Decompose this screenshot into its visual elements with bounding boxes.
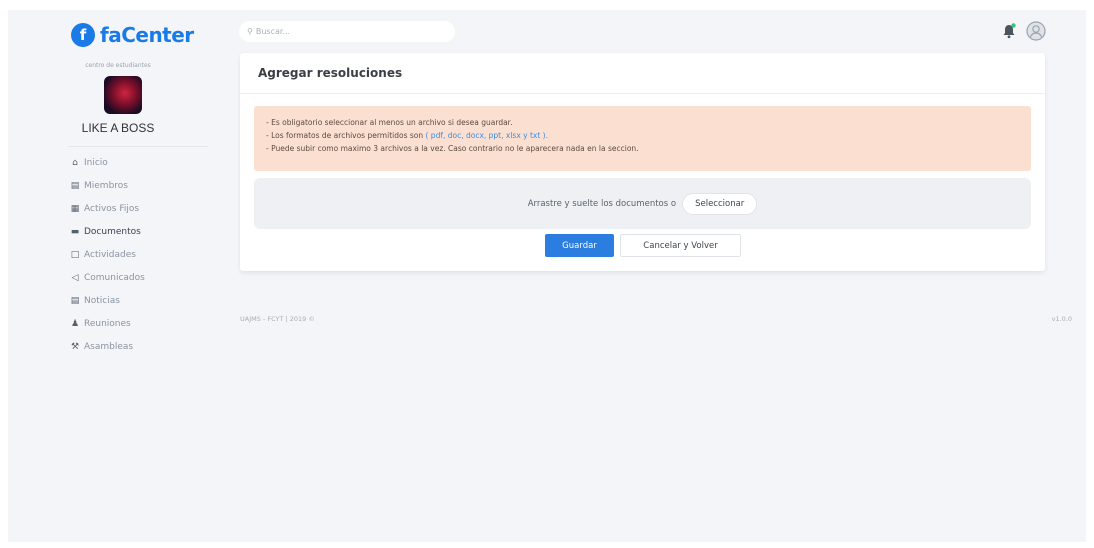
sidebar-item-inicio[interactable]: ⌂ Inicio bbox=[68, 151, 145, 174]
brand-logo[interactable]: f faCenter bbox=[71, 21, 194, 49]
sidebar-item-label: Documentos bbox=[84, 226, 141, 237]
page-title: Agregar resoluciones bbox=[258, 66, 403, 80]
sidebar-item-miembros[interactable]: ▤ Miembros bbox=[68, 174, 145, 197]
app-window: f faCenter centro de estudiantes LIKE A … bbox=[8, 10, 1086, 542]
user-avatar-icon[interactable] bbox=[1026, 21, 1046, 41]
file-dropzone[interactable]: Arrastre y suelte los documentos o Selec… bbox=[254, 178, 1031, 229]
sidebar-item-label: Actividades bbox=[84, 249, 136, 260]
sidebar-item-label: Noticias bbox=[84, 295, 120, 306]
sidebar-item-activos-fijos[interactable]: ▦ Activos Fijos bbox=[68, 197, 145, 220]
newspaper-icon: ▤ bbox=[70, 295, 80, 306]
sidebar-item-label: Inicio bbox=[84, 157, 108, 168]
footer-version: v1.0.0 bbox=[1051, 315, 1072, 323]
search-icon: ⚲ bbox=[247, 27, 253, 36]
card-divider bbox=[240, 93, 1045, 94]
org-name: LIKE A BOSS bbox=[81, 121, 155, 135]
folder-icon: ▬ bbox=[70, 226, 80, 237]
notification-bell-icon[interactable] bbox=[1002, 23, 1016, 39]
boxes-icon: ▦ bbox=[70, 203, 80, 214]
search-bar[interactable]: ⚲ bbox=[239, 21, 455, 42]
facenter-logo-icon: f bbox=[71, 23, 95, 47]
alert-formats-prefix: - Los formatos de archivos permitidos so… bbox=[266, 131, 424, 140]
select-files-button[interactable]: Seleccionar bbox=[682, 192, 758, 215]
sidebar-item-documentos[interactable]: ▬ Documentos bbox=[68, 220, 145, 243]
sidebar-item-label: Reuniones bbox=[84, 318, 131, 329]
org-caption: centro de estudiantes bbox=[85, 62, 151, 69]
cancel-and-back-button[interactable]: Cancelar y Volver bbox=[620, 234, 741, 257]
users-icon: ♟ bbox=[70, 318, 80, 329]
sidebar-item-comunicados[interactable]: ◁ Comunicados bbox=[68, 266, 145, 289]
megaphone-icon: ◁ bbox=[71, 272, 79, 283]
gavel-icon: ⚒ bbox=[70, 341, 80, 352]
sidebar-item-asambleas[interactable]: ⚒ Asambleas bbox=[68, 335, 145, 358]
sidebar-item-label: Miembros bbox=[84, 180, 128, 191]
upload-rules-alert: - Es obligatorio seleccionar al menos un… bbox=[254, 106, 1031, 171]
footer-copyright: UAJMS - FCYT | 2019 © bbox=[240, 315, 315, 323]
upload-card: Agregar resoluciones - Es obligatorio se… bbox=[240, 53, 1045, 271]
sidebar-item-actividades[interactable]: □ Actividades bbox=[68, 243, 145, 266]
brand-name: faCenter bbox=[100, 23, 194, 47]
calendar-icon: □ bbox=[70, 249, 80, 260]
sidebar-item-label: Activos Fijos bbox=[84, 203, 140, 214]
org-avatar bbox=[104, 76, 142, 114]
sidebar-item-reuniones[interactable]: ♟ Reuniones bbox=[68, 312, 145, 335]
sidebar-item-noticias[interactable]: ▤ Noticias bbox=[68, 289, 145, 312]
alert-line-required: - Es obligatorio seleccionar al menos un… bbox=[266, 118, 513, 127]
dropzone-text: Arrastre y suelte los documentos o bbox=[527, 198, 677, 209]
alert-formats-list: ( pdf, doc, docx, ppt, xlsx y txt ). bbox=[425, 131, 548, 140]
sidebar-item-label: Comunicados bbox=[84, 272, 145, 283]
save-button[interactable]: Guardar bbox=[545, 234, 614, 257]
alert-line-formats: - Los formatos de archivos permitidos so… bbox=[266, 129, 1019, 142]
search-input[interactable] bbox=[255, 27, 436, 36]
sidebar-nav: ⌂ Inicio ▤ Miembros ▦ Activos Fijos ▬ Do… bbox=[68, 151, 145, 358]
id-card-icon: ▤ bbox=[70, 180, 80, 191]
sidebar-divider bbox=[68, 146, 208, 147]
alert-line-max-files: - Puede subir como maximo 3 archivos a l… bbox=[266, 144, 639, 153]
home-icon: ⌂ bbox=[72, 157, 78, 168]
sidebar-item-label: Asambleas bbox=[84, 341, 134, 352]
sidebar: f faCenter centro de estudiantes LIKE A … bbox=[8, 10, 228, 542]
